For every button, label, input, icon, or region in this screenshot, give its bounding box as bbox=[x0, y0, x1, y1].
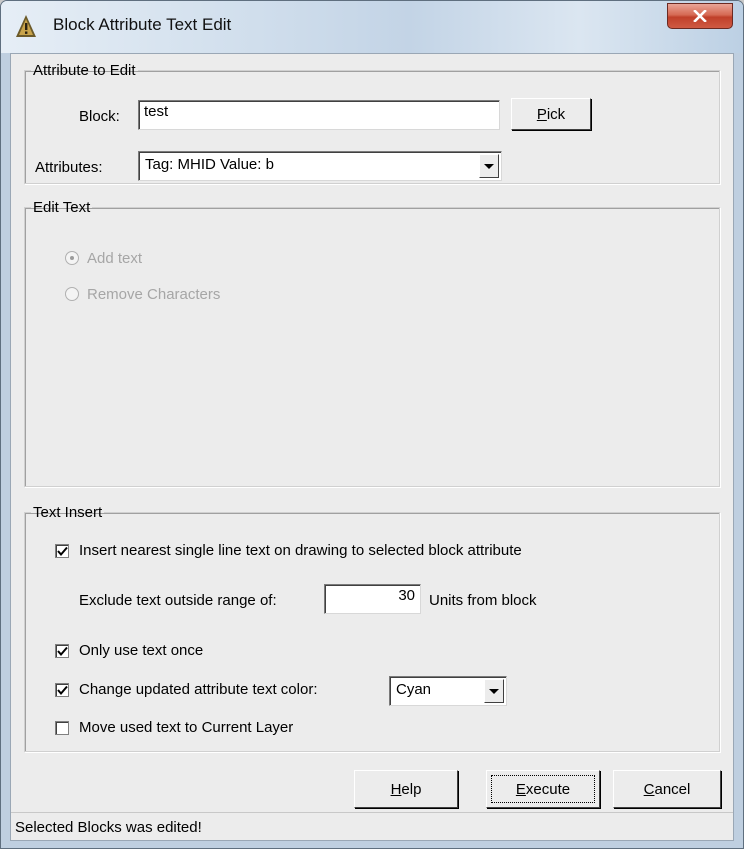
execute-button-label: xecute bbox=[525, 780, 571, 798]
close-button[interactable] bbox=[667, 3, 733, 29]
execute-button-mnemonic: E bbox=[515, 780, 526, 798]
help-button-label: elp bbox=[401, 780, 422, 798]
checkmark-icon bbox=[57, 685, 68, 696]
help-button-mnemonic: H bbox=[390, 780, 402, 798]
pick-button[interactable]: Pick bbox=[511, 98, 591, 130]
pick-button-mnemonic: P bbox=[536, 105, 547, 123]
attributes-dropdown-value: Tag: MHID Value: b bbox=[145, 156, 274, 173]
color-dropdown[interactable]: Cyan bbox=[389, 676, 507, 706]
checkmark-icon bbox=[57, 646, 68, 657]
pick-button-label: ick bbox=[546, 105, 566, 123]
warning-triangle-icon bbox=[16, 15, 36, 37]
remove-characters-radio[interactable] bbox=[65, 287, 79, 301]
edit-text-legend: Edit Text bbox=[33, 199, 91, 216]
cancel-button-label: ancel bbox=[654, 780, 691, 798]
move-layer-label: Move used text to Current Layer bbox=[79, 719, 294, 736]
help-button[interactable]: Help bbox=[354, 770, 458, 808]
checkmark-icon bbox=[57, 546, 68, 557]
status-bar: Selected Blocks was edited! bbox=[11, 812, 733, 840]
chevron-down-icon bbox=[484, 163, 494, 169]
dialog-window: Block Attribute Text Edit Attribute to E… bbox=[0, 0, 744, 849]
only-use-once-checkbox[interactable] bbox=[55, 644, 69, 658]
cancel-button-mnemonic: C bbox=[643, 780, 655, 798]
cancel-button[interactable]: Cancel bbox=[613, 770, 721, 808]
execute-button[interactable]: Execute bbox=[486, 770, 600, 808]
add-text-radio[interactable] bbox=[65, 251, 79, 265]
text-insert-legend: Text Insert bbox=[33, 504, 103, 521]
chevron-down-icon bbox=[489, 688, 499, 694]
close-icon bbox=[693, 10, 707, 22]
remove-characters-label: Remove Characters bbox=[87, 286, 221, 303]
units-from-block-label: Units from block bbox=[429, 592, 537, 609]
block-label: Block: bbox=[79, 108, 120, 125]
change-color-label: Change updated attribute text color: bbox=[79, 681, 318, 698]
change-color-checkbox[interactable] bbox=[55, 683, 69, 697]
insert-nearest-label: Insert nearest single line text on drawi… bbox=[79, 542, 522, 559]
attributes-dropdown[interactable]: Tag: MHID Value: b bbox=[138, 151, 502, 181]
block-input[interactable]: test bbox=[138, 100, 500, 130]
edit-text-group: Edit Text bbox=[24, 199, 720, 487]
color-dropdown-value: Cyan bbox=[396, 681, 432, 698]
exclude-range-label: Exclude text outside range of: bbox=[79, 592, 277, 609]
window-title: Block Attribute Text Edit bbox=[53, 15, 232, 34]
exclude-range-input[interactable]: 30 bbox=[324, 584, 421, 614]
attributes-dropdown-arrow[interactable] bbox=[479, 154, 499, 178]
move-layer-checkbox[interactable] bbox=[55, 721, 69, 735]
status-message: Selected Blocks was edited! bbox=[15, 819, 202, 836]
color-dropdown-arrow[interactable] bbox=[484, 679, 504, 703]
title-bar[interactable]: Block Attribute Text Edit bbox=[1, 1, 743, 53]
attributes-label: Attributes: bbox=[35, 159, 103, 176]
insert-nearest-checkbox[interactable] bbox=[55, 544, 69, 558]
only-use-once-label: Only use text once bbox=[79, 642, 204, 659]
radio-selected-dot bbox=[70, 256, 74, 260]
attribute-to-edit-legend: Attribute to Edit bbox=[33, 62, 136, 79]
add-text-label: Add text bbox=[87, 250, 143, 267]
dialog-client-area: Attribute to Edit Block: test Pick Attri… bbox=[10, 53, 734, 841]
